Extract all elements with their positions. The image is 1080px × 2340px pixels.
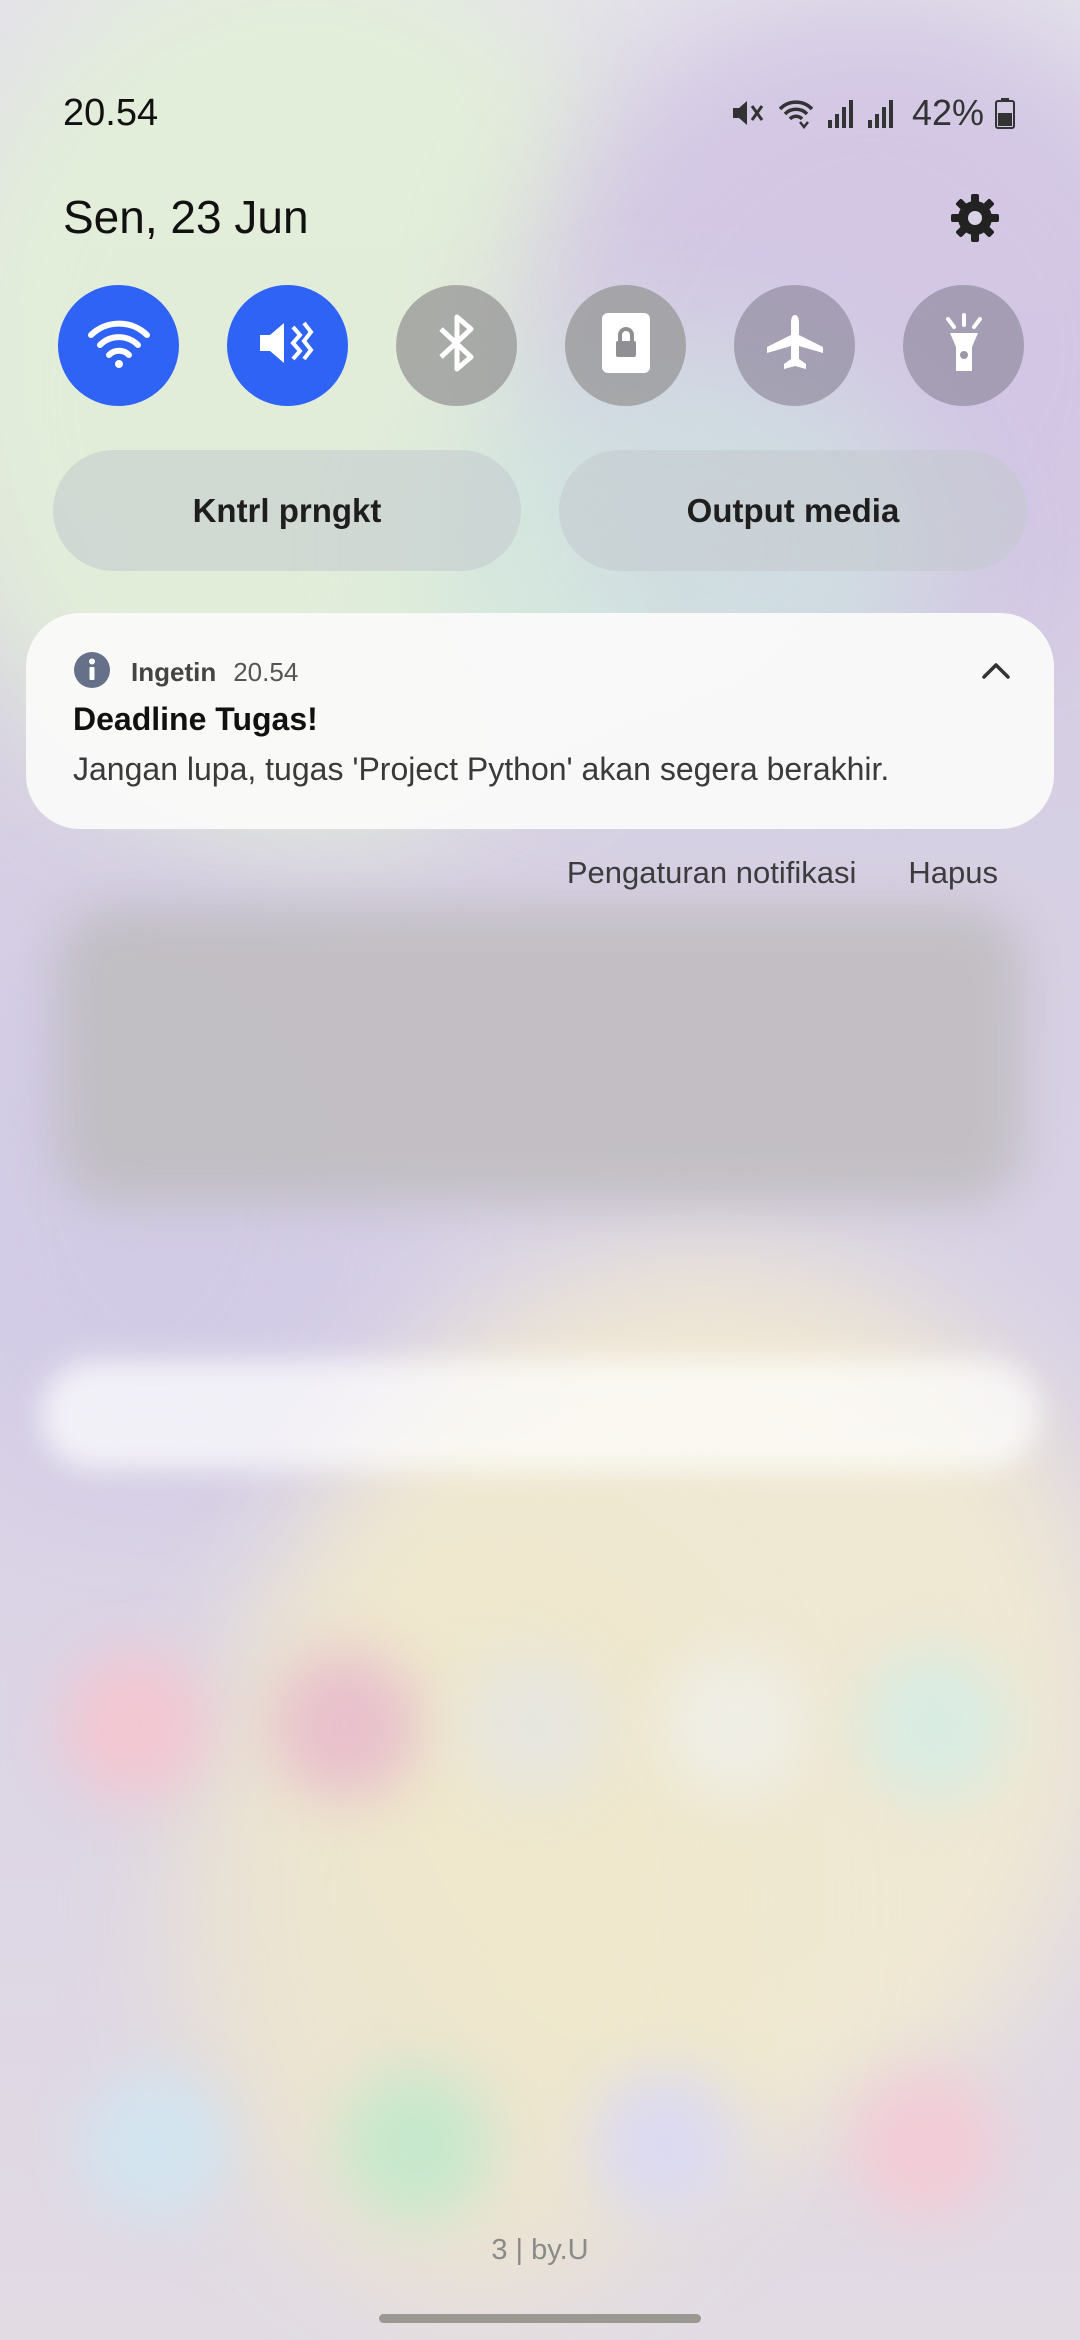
signal-2-icon	[866, 96, 896, 130]
screen-lock-toggle[interactable]	[565, 285, 686, 406]
notification-title: Deadline Tugas!	[73, 701, 318, 737]
signal-1-icon	[826, 96, 856, 130]
quick-settings-row	[58, 285, 1024, 406]
info-icon	[73, 651, 111, 694]
notification-header: Ingetin 20.54	[73, 651, 298, 694]
wifi-icon	[776, 96, 816, 130]
notification-actions: Pengaturan notifikasi Hapus	[567, 855, 998, 891]
flashlight-toggle[interactable]	[903, 285, 1024, 406]
notification-app-name: Ingetin	[131, 657, 217, 687]
battery-percent: 42%	[911, 92, 984, 133]
battery-icon	[994, 96, 1016, 130]
blurred-search-bar	[40, 1360, 1040, 1470]
screen-lock-icon	[598, 311, 654, 380]
carrier-label: 3 | by.U	[491, 2234, 589, 2266]
airplane-icon	[763, 311, 827, 380]
flashlight-icon	[936, 311, 992, 380]
mute-icon	[730, 96, 766, 130]
notification-card[interactable]: Ingetin 20.54 Deadline Tugas! Jangan lup…	[26, 613, 1054, 829]
home-indicator[interactable]	[379, 2314, 701, 2323]
clear-button[interactable]: Hapus	[908, 855, 998, 891]
quick-pills: Kntrl prngkt Output media	[53, 450, 1027, 571]
mute-icon	[256, 313, 320, 378]
bluetooth-toggle[interactable]	[396, 285, 517, 406]
airplane-toggle[interactable]	[734, 285, 855, 406]
wifi-toggle[interactable]	[58, 285, 179, 406]
notification-settings-button[interactable]: Pengaturan notifikasi	[567, 855, 857, 891]
gear-icon[interactable]	[945, 188, 1005, 248]
wifi-icon	[87, 315, 151, 376]
device-control-button[interactable]: Kntrl prngkt	[53, 450, 521, 571]
bluetooth-icon	[431, 311, 483, 380]
blurred-widget	[55, 905, 1025, 1205]
date-label: Sen, 23 Jun	[63, 191, 309, 243]
notification-body: Jangan lupa, tugas 'Project Python' akan…	[73, 751, 890, 787]
chevron-up-icon[interactable]	[978, 653, 1014, 689]
media-output-button[interactable]: Output media	[559, 450, 1027, 571]
sound-mode-toggle[interactable]	[227, 285, 348, 406]
status-time: 20.54	[63, 92, 159, 134]
notification-time: 20.54	[233, 657, 299, 687]
status-icons: 42%	[730, 92, 1016, 134]
